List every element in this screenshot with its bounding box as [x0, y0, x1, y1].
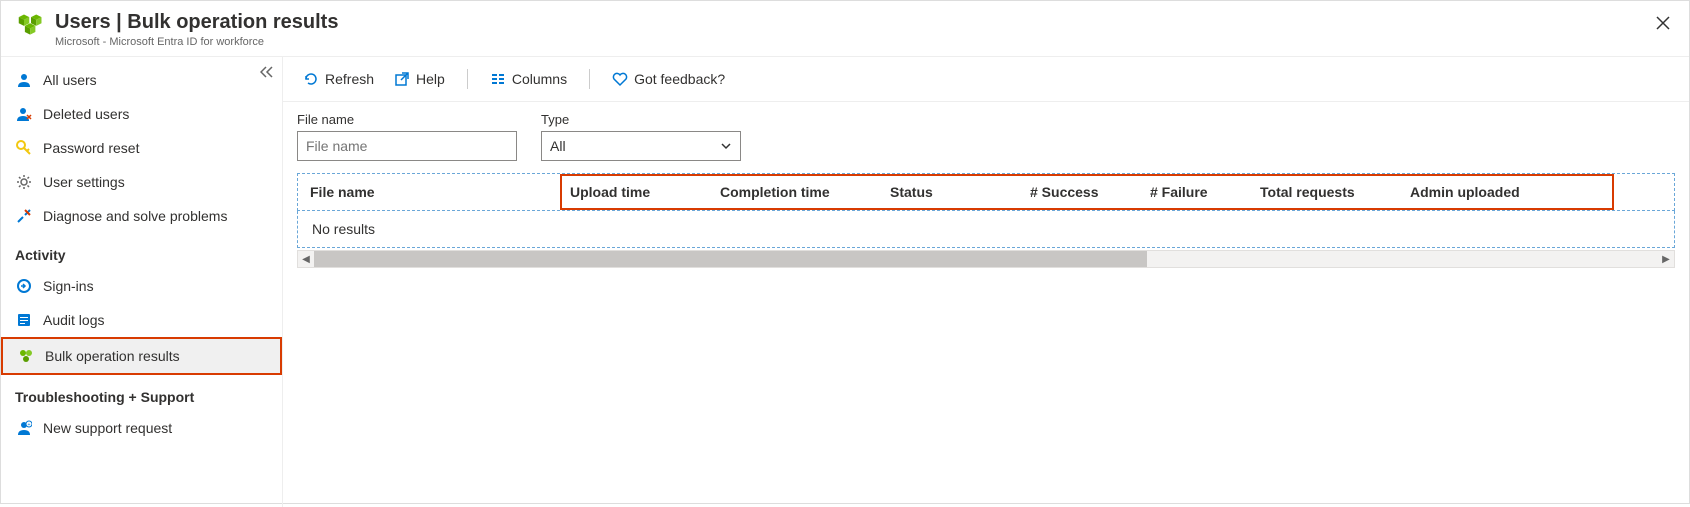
filter-bar: File name Type All	[283, 102, 1689, 173]
sidebar-item-deleted-users[interactable]: Deleted users	[1, 97, 282, 131]
scroll-left-arrow[interactable]: ◀	[298, 254, 314, 265]
tools-icon	[15, 207, 33, 225]
toolbar: Refresh Help Columns Got feedback?	[283, 57, 1689, 102]
toolbar-separator	[467, 69, 468, 89]
sidebar-item-label: Diagnose and solve problems	[43, 208, 227, 224]
page-subtitle: Microsoft - Microsoft Entra ID for workf…	[55, 36, 338, 48]
user-x-icon	[15, 105, 33, 123]
feedback-label: Got feedback?	[634, 71, 725, 87]
support-icon: +	[15, 419, 33, 437]
toolbar-separator	[589, 69, 590, 89]
key-icon	[15, 139, 33, 157]
refresh-button[interactable]: Refresh	[295, 67, 382, 91]
svg-text:+: +	[28, 422, 31, 428]
horizontal-scrollbar[interactable]: ◀ ▶	[297, 250, 1675, 268]
sidebar-item-label: Audit logs	[43, 312, 104, 328]
refresh-label: Refresh	[325, 71, 374, 87]
sidebar-item-user-settings[interactable]: User settings	[1, 165, 282, 199]
sidebar-item-label: User settings	[43, 174, 125, 190]
scroll-right-arrow[interactable]: ▶	[1658, 254, 1674, 265]
no-results-row: No results	[297, 211, 1675, 248]
scroll-thumb[interactable]	[314, 251, 1147, 267]
col-failure[interactable]: # Failure	[1138, 174, 1248, 210]
close-button[interactable]	[1651, 11, 1675, 35]
sidebar-item-password-reset[interactable]: Password reset	[1, 131, 282, 165]
gear-icon	[15, 173, 33, 191]
feedback-button[interactable]: Got feedback?	[604, 67, 733, 91]
chevron-double-left-icon	[260, 66, 274, 78]
results-table: File name Upload time Completion time St…	[283, 173, 1689, 248]
refresh-icon	[303, 71, 319, 87]
chevron-down-icon	[720, 140, 732, 152]
sidebar: All users Deleted users Password reset U…	[1, 57, 283, 507]
sidebar-item-label: Bulk operation results	[45, 348, 180, 364]
sidebar-section-troubleshoot: Troubleshooting + Support	[1, 375, 282, 411]
sidebar-item-audit-logs[interactable]: Audit logs	[1, 303, 282, 337]
page-title: Users | Bulk operation results	[55, 11, 338, 34]
columns-label: Columns	[512, 71, 567, 87]
external-link-icon	[394, 71, 410, 87]
user-icon	[15, 71, 33, 89]
col-success[interactable]: # Success	[1018, 174, 1138, 210]
filter-type: Type All	[541, 112, 741, 161]
help-button[interactable]: Help	[386, 67, 453, 91]
filter-filename: File name	[297, 112, 517, 161]
main-content: Refresh Help Columns Got feedback? File …	[283, 57, 1689, 507]
col-file-name[interactable]: File name	[298, 174, 558, 210]
sidebar-item-signins[interactable]: Sign-ins	[1, 269, 282, 303]
columns-button[interactable]: Columns	[482, 67, 575, 91]
col-total-requests[interactable]: Total requests	[1248, 174, 1398, 210]
log-icon	[15, 311, 33, 329]
bulk-icon	[17, 347, 35, 365]
sidebar-item-bulk-results[interactable]: Bulk operation results	[1, 337, 282, 375]
scroll-track[interactable]	[314, 251, 1658, 267]
columns-icon	[490, 71, 506, 87]
col-completion-time[interactable]: Completion time	[708, 174, 878, 210]
heart-icon	[612, 71, 628, 87]
sidebar-collapse-button[interactable]	[260, 65, 274, 81]
col-admin-uploaded[interactable]: Admin uploaded	[1398, 174, 1558, 210]
table-header-row: File name Upload time Completion time St…	[297, 173, 1675, 211]
sidebar-item-new-support[interactable]: + New support request	[1, 411, 282, 445]
type-value: All	[550, 138, 566, 154]
type-label: Type	[541, 112, 741, 127]
sidebar-item-diagnose[interactable]: Diagnose and solve problems	[1, 199, 282, 233]
close-icon	[1656, 16, 1670, 30]
col-status[interactable]: Status	[878, 174, 1018, 210]
filename-label: File name	[297, 112, 517, 127]
type-select[interactable]: All	[541, 131, 741, 161]
sidebar-item-all-users[interactable]: All users	[1, 63, 282, 97]
sidebar-item-label: New support request	[43, 420, 172, 436]
help-label: Help	[416, 71, 445, 87]
page-header: Users | Bulk operation results Microsoft…	[1, 1, 1689, 57]
sidebar-section-activity: Activity	[1, 233, 282, 269]
cubes-logo-icon	[17, 11, 45, 39]
sidebar-item-label: Sign-ins	[43, 278, 94, 294]
sidebar-item-label: All users	[43, 72, 97, 88]
signin-icon	[15, 277, 33, 295]
sidebar-item-label: Deleted users	[43, 106, 129, 122]
col-upload-time[interactable]: Upload time	[558, 174, 708, 210]
filename-input[interactable]	[297, 131, 517, 161]
sidebar-item-label: Password reset	[43, 140, 139, 156]
